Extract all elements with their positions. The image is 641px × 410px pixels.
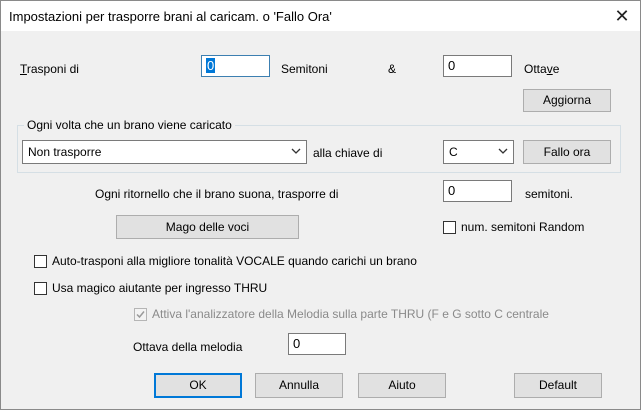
melody-analyzer-checkbox[interactable] bbox=[134, 308, 147, 321]
random-semitones-checkbox[interactable] bbox=[443, 221, 456, 234]
magic-helper-checkbox[interactable] bbox=[34, 282, 47, 295]
update-button[interactable]: Aggiorna bbox=[523, 89, 611, 112]
semitones-label: Semitoni bbox=[281, 62, 328, 76]
help-button[interactable]: Aiuto bbox=[358, 373, 446, 398]
title-bar: Impostazioni per trasporre brani al cari… bbox=[1, 1, 640, 31]
ok-button[interactable]: OK bbox=[154, 373, 242, 398]
close-icon: ✕ bbox=[614, 6, 630, 26]
cancel-button[interactable]: Annulla bbox=[255, 373, 343, 398]
chorus-unit-label: semitoni. bbox=[525, 187, 574, 201]
key-select[interactable]: C bbox=[443, 140, 514, 164]
key-label: alla chiave di bbox=[313, 146, 383, 160]
ampersand-label: & bbox=[388, 62, 397, 76]
melody-octave-input[interactable]: 0 bbox=[288, 333, 346, 355]
dialog-window: Impostazioni per trasporre brani al cari… bbox=[0, 0, 641, 410]
voice-wizard-button[interactable]: Mago delle voci bbox=[116, 215, 299, 239]
chorus-label: Ogni ritornello che il brano suona, tras… bbox=[95, 187, 339, 201]
dialog-title: Impostazioni per trasporre brani al cari… bbox=[9, 9, 332, 24]
transpose-label: Trasponi di bbox=[20, 62, 79, 76]
chevron-down-icon bbox=[498, 148, 508, 154]
checkmark-icon bbox=[136, 311, 145, 319]
octaves-input[interactable]: 0 bbox=[443, 55, 512, 77]
chevron-down-icon bbox=[291, 148, 301, 154]
groupbox-label: Ogni volta che un brano viene caricato bbox=[24, 118, 235, 132]
chorus-semitones-input[interactable]: 0 bbox=[443, 180, 512, 202]
close-button[interactable]: ✕ bbox=[610, 5, 634, 27]
auto-transpose-checkbox[interactable] bbox=[34, 255, 47, 268]
random-semitones-label: num. semitoni Random bbox=[461, 220, 585, 234]
default-button[interactable]: Default bbox=[514, 373, 602, 398]
magic-helper-label: Usa magico aiutante per ingresso THRU bbox=[52, 281, 268, 295]
do-now-button[interactable]: Fallo ora bbox=[523, 140, 611, 164]
auto-transpose-label: Auto-trasponi alla migliore tonalità VOC… bbox=[52, 254, 417, 268]
transpose-mode-select[interactable]: Non trasporre bbox=[22, 140, 307, 164]
octaves-label: Ottave bbox=[524, 62, 560, 76]
melody-analyzer-label: Attiva l'analizzatore della Melodia sull… bbox=[152, 307, 549, 321]
melody-octave-label: Ottava della melodia bbox=[133, 340, 243, 354]
semitones-input[interactable]: 0 bbox=[201, 55, 270, 77]
